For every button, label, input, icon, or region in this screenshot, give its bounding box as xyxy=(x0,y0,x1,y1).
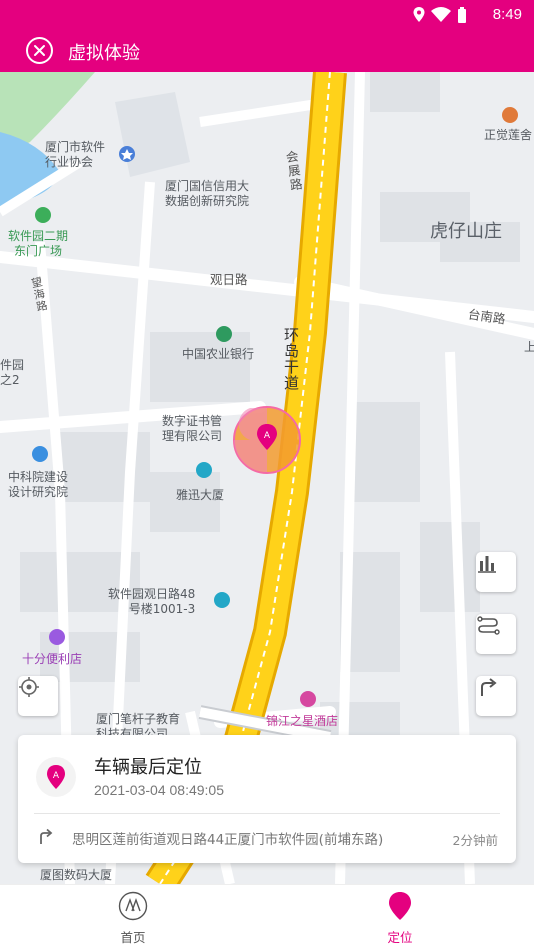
close-icon xyxy=(34,45,45,56)
map-label-software-park-left: 件园 之2 xyxy=(0,358,25,387)
map-label-bottom-left: 厦图数码大厦 xyxy=(40,868,113,882)
route-button[interactable] xyxy=(476,614,516,654)
card-address: 思明区莲前街道观日路44正厦门市软件园(前埔东路) xyxy=(72,832,384,848)
map-label-guanri-road: 观日路 xyxy=(210,272,248,287)
nav-label-home: 首页 xyxy=(120,930,146,945)
location-status-icon xyxy=(413,7,425,22)
battery-icon xyxy=(458,7,466,23)
map-label-yaxun: 雅迅大厦 xyxy=(176,488,225,502)
status-icons xyxy=(412,6,472,28)
map-label-abc-bank: 中国农业银行 xyxy=(182,347,255,361)
location-pin-icon xyxy=(389,892,411,920)
wifi-icon xyxy=(431,7,451,22)
route-icon xyxy=(477,616,500,635)
map-label-digital-cert: 数字证书管 理有限公司 xyxy=(162,414,223,443)
vehicle-avatar: A xyxy=(36,757,76,797)
navigate-button[interactable] xyxy=(476,676,516,716)
map-label-shifen: 十分便利店 xyxy=(22,652,83,666)
nav-item-location[interactable]: 定位 xyxy=(360,891,440,946)
status-bar: 8:49 xyxy=(0,0,534,30)
map-label-software-assoc: 厦门市软件 行业协会 xyxy=(45,140,106,169)
map-label-huzaishan: 虎仔山庄 xyxy=(430,221,502,242)
card-time-ago: 2分钟前 xyxy=(452,833,498,848)
card-divider xyxy=(34,813,500,814)
vehicle-info-card: A 车辆最后定位 2021-03-04 08:49:05 思明区莲前街道观日路4… xyxy=(18,735,516,863)
card-timestamp: 2021-03-04 08:49:05 xyxy=(94,782,224,798)
card-title: 车辆最后定位 xyxy=(94,757,202,778)
statistics-button[interactable] xyxy=(476,552,516,592)
app-header: 虚拟体验 xyxy=(0,30,534,72)
map-label-guanri48: 软件园观日路48 号楼1001-3 xyxy=(108,587,196,616)
nav-item-home[interactable]: 首页 xyxy=(93,891,173,946)
map-label-shang: 上 xyxy=(524,340,534,354)
map-label-zhengjue: 正觉莲舍 xyxy=(484,128,533,142)
close-button[interactable] xyxy=(26,37,53,64)
map-label-cas-institute: 中科院建设 设计研究院 xyxy=(8,470,69,499)
locate-me-button[interactable] xyxy=(18,676,58,716)
map-label-guoxin: 厦门国信信用大 数据创新研究院 xyxy=(165,179,250,208)
status-time: 8:49 xyxy=(492,6,522,23)
turn-right-icon xyxy=(481,678,497,696)
page-title: 虚拟体验 xyxy=(68,43,140,64)
nav-label-location: 定位 xyxy=(387,930,413,945)
bar-chart-icon xyxy=(478,556,496,573)
vehicle-marker-icon: A xyxy=(47,765,65,789)
svg-text:A: A xyxy=(264,431,271,441)
crosshair-icon xyxy=(19,677,39,697)
bottom-nav: 首页 定位 xyxy=(0,884,534,949)
svg-text:A: A xyxy=(53,771,60,781)
map-label-huandao-road: 环 岛 干 道 xyxy=(284,326,300,392)
brand-logo-icon xyxy=(118,891,148,921)
map-label-jinjiang: 锦江之星酒店 xyxy=(266,714,339,728)
turn-right-icon xyxy=(36,827,54,849)
map-label-software-park-plaza: 软件园二期 东门广场 xyxy=(8,229,69,258)
